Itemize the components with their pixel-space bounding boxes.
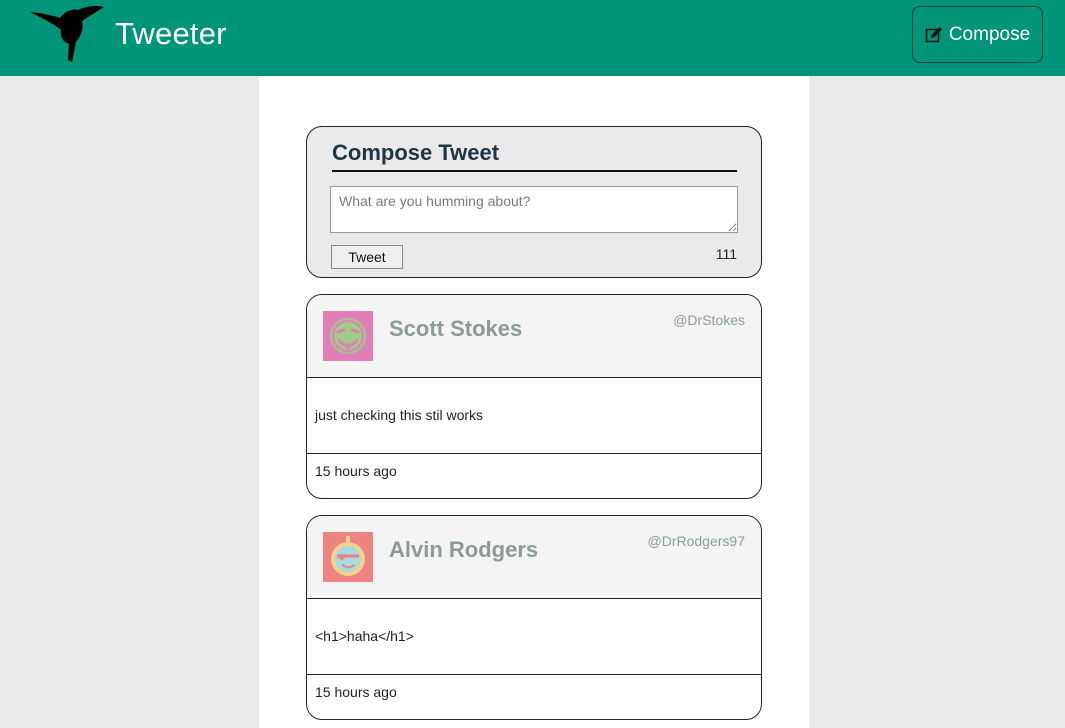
tweet-footer: 15 hours ago (307, 674, 761, 719)
user-handle: @DrStokes (673, 312, 745, 328)
tweet-input[interactable] (330, 186, 738, 233)
avatar (323, 532, 373, 582)
character-counter: 111 (715, 246, 737, 262)
tweet-text: just checking this stil works (315, 407, 484, 423)
tweet-footer: 15 hours ago (307, 453, 761, 498)
compose-title: Compose Tweet (332, 140, 737, 172)
pencil-square-icon (925, 26, 942, 42)
tweet-button[interactable]: Tweet (331, 245, 403, 269)
nav-bar: Tweeter Compose (0, 0, 1065, 76)
user-handle: @DrRodgers97 (647, 533, 745, 549)
tweet-header: Alvin Rodgers @DrRodgers97 (307, 516, 761, 599)
brand-title[interactable]: Tweeter (115, 16, 227, 52)
tweet-timestamp: 15 hours ago (315, 684, 397, 700)
compose-tweet-panel: Compose Tweet Tweet 111 (306, 126, 762, 278)
compose-button[interactable]: Compose (912, 6, 1043, 63)
tweet-text: <h1>haha</h1> (315, 628, 414, 644)
tweet-card: Alvin Rodgers @DrRodgers97 <h1>haha</h1>… (306, 515, 762, 720)
main-column: Compose Tweet Tweet 111 Scott Stokes @Dr… (259, 76, 809, 728)
tweet-timestamp: 15 hours ago (315, 463, 397, 479)
tweet-header: Scott Stokes @DrStokes (307, 295, 761, 378)
tweet-card: Scott Stokes @DrStokes just checking thi… (306, 294, 762, 499)
user-name: Alvin Rodgers (389, 537, 539, 562)
hummingbird-icon (30, 6, 104, 62)
user-name: Scott Stokes (389, 316, 523, 341)
compose-button-label: Compose (948, 23, 1031, 45)
avatar (323, 311, 373, 361)
